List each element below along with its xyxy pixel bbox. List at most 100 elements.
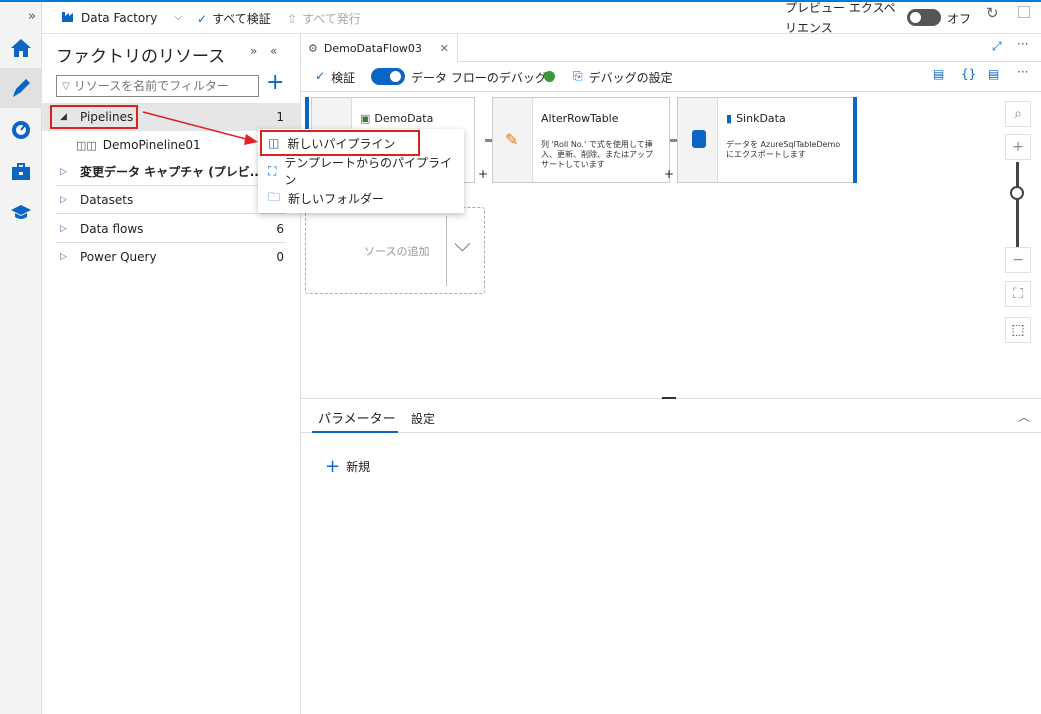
tree-item-label: Data flows <box>80 221 144 236</box>
node-sinkdata[interactable]: ▮ SinkData データを AzureSqlTableDemo にエクスポートし… <box>677 97 854 183</box>
collapsed-caret-icon: ▷ <box>60 252 67 262</box>
chevron-down-icon: ⌵ <box>454 232 471 257</box>
learning-hat-icon[interactable] <box>0 192 42 232</box>
template-icon: ⛶ <box>268 163 277 178</box>
node-description: 列 'Roll No.' で式を使用して挿入、更新、削除、またはアップサートして… <box>541 140 653 169</box>
dataflow-icon: ⚙ <box>308 41 318 55</box>
tab-parameters[interactable]: パラメーター <box>312 408 398 433</box>
chevron-down-icon: ⌵ <box>174 12 182 23</box>
collapse-panel-icon[interactable]: « <box>270 44 277 58</box>
highlight-box <box>50 105 138 129</box>
check-icon: ✓ <box>315 69 326 83</box>
debug-settings-icon: ⎘ <box>573 69 583 83</box>
add-transform-icon[interactable]: + <box>664 167 674 181</box>
more-icon[interactable]: ··· <box>1017 65 1028 79</box>
tab-settings[interactable]: 設定 <box>411 410 435 427</box>
menu-item-label: 新しいフォルダー <box>288 191 385 206</box>
expand-nav-icon[interactable]: » <box>0 2 42 30</box>
properties-icon[interactable]: ▤ <box>988 67 999 81</box>
menu-item-new-folder[interactable]: 🗀 新しいフォルダー <box>262 185 460 211</box>
filter-text[interactable] <box>73 79 249 93</box>
top-command-bar: Data Factory ⌵ ✓ すべて検証 ⇧ すべて発行 プレビュー エクスペリ… <box>42 1 1041 35</box>
collapse-panel-icon[interactable]: ︿ <box>1018 408 1030 425</box>
author-pencil-icon[interactable] <box>0 68 42 108</box>
select-area-icon[interactable]: ⬚ <box>1005 317 1031 343</box>
tree-item-pipelines[interactable]: ◢ Pipelines 1 <box>50 103 286 131</box>
tree-item-label: Power Query <box>80 250 157 264</box>
tree-item-datasets[interactable]: ▷ Datasets <box>56 186 286 214</box>
alter-row-icon: ✎ <box>505 130 519 149</box>
plus-icon: + <box>325 456 341 477</box>
debug-status-icon <box>544 71 555 82</box>
more-icon[interactable]: ··· <box>1017 37 1028 51</box>
tree-item-label: 変更データ キャプチャ (プレビ... <box>80 165 264 179</box>
expand-icon[interactable]: ⤢ <box>992 39 1002 54</box>
pipeline-icon: ◫◫ <box>76 138 97 152</box>
home-icon[interactable] <box>0 28 42 68</box>
factory-icon <box>62 10 76 25</box>
zoom-slider[interactable] <box>1010 162 1024 248</box>
script-icon[interactable]: ▤ <box>933 67 944 81</box>
collapse-all-icon[interactable]: » <box>250 44 257 58</box>
fit-to-screen-icon[interactable]: ⛶ <box>1005 281 1031 307</box>
sink-icon <box>692 130 706 148</box>
tab-demodataflow03[interactable]: ⚙ DemoDataFlow03 ✕ <box>302 34 458 62</box>
validate-all-icon: ✓ <box>197 11 208 26</box>
tree-item-change-data-capture[interactable]: ▷ 変更データ キャプチャ (プレビ... <box>56 158 286 186</box>
menu-item-label: テンプレートからのパイプライン <box>284 156 453 187</box>
manage-toolbox-icon[interactable] <box>0 152 42 192</box>
validate-button[interactable]: ✓ 検証 <box>315 69 355 86</box>
factory-selector[interactable]: Data Factory ⌵ <box>62 10 182 25</box>
tree-item-power-query[interactable]: ▷ Power Query 0 <box>56 243 286 271</box>
panel-title: ファクトリのリソース <box>56 47 226 67</box>
toolbar: ✓ 検証 データ フローのデバッグ ⎘ デバッグの設定 ▤ {} ▤ ··· <box>301 62 1041 92</box>
zoom-in-button[interactable]: + <box>1005 134 1031 160</box>
panel-icon[interactable] <box>1018 6 1030 18</box>
preview-experience-label: プレビュー エクスペ リエンス <box>785 0 896 38</box>
tab-label: パラメーター <box>318 412 396 427</box>
menu-item-new-pipeline[interactable]: ◫ 新しいパイプライン <box>260 130 420 156</box>
add-transform-icon[interactable]: + <box>478 167 488 181</box>
code-icon[interactable]: {} <box>961 67 976 81</box>
add-source-label: ソースの追加 <box>364 245 430 258</box>
node-title: SinkData <box>736 112 786 125</box>
sql-icon: ▮ <box>726 112 733 125</box>
validate-label: 検証 <box>331 71 356 85</box>
validate-all-button[interactable]: ✓ すべて検証 <box>197 10 271 27</box>
add-resource-button[interactable]: + <box>266 72 284 94</box>
new-parameter-button[interactable]: + 新規 <box>325 456 370 477</box>
monitor-icon[interactable] <box>0 110 42 150</box>
splitter-handle[interactable] <box>662 397 676 399</box>
publish-all-button[interactable]: ⇧ すべて発行 <box>287 10 361 27</box>
menu-item-pipeline-from-template[interactable]: ⛶ テンプレートからのパイプライン <box>262 156 460 187</box>
tree-item-count: 6 <box>276 221 284 236</box>
debug-settings-button[interactable]: ⎘ デバッグの設定 <box>573 69 673 86</box>
collapsed-caret-icon: ▷ <box>60 194 67 205</box>
node-title: DemoData <box>374 112 434 125</box>
menu-item-label: 新しいパイプライン <box>287 136 396 151</box>
refresh-icon[interactable]: ↻ <box>986 4 999 22</box>
tree-item-data-flows[interactable]: ▷ Data flows 6 <box>56 215 286 243</box>
collapsed-caret-icon: ▷ <box>60 166 67 177</box>
tree-item-label: DemoPineline01 <box>102 138 201 152</box>
node-description: データを AzureSqlTableDemo にエクスポートします <box>726 140 841 159</box>
filter-input[interactable]: ▽ <box>56 75 259 97</box>
factory-name: Data Factory <box>81 10 158 25</box>
filter-icon: ▽ <box>62 80 70 92</box>
tab-label: DemoDataFlow03 <box>323 41 422 55</box>
validate-all-label: すべて検証 <box>212 12 271 26</box>
debug-toggle[interactable] <box>371 68 405 85</box>
close-tab-icon[interactable]: ✕ <box>440 42 449 55</box>
tree-item-count: 0 <box>276 250 284 264</box>
add-source-button[interactable]: ソースの追加 ⌵ <box>305 207 485 294</box>
debug-settings-label: デバッグの設定 <box>588 71 673 85</box>
preview-toggle[interactable] <box>907 9 941 26</box>
node-title: AlterRowTable <box>541 112 619 125</box>
search-canvas-icon[interactable]: ⌕ <box>1005 101 1031 127</box>
new-folder-icon: 🗀 <box>268 189 281 204</box>
context-menu: ◫ 新しいパイプライン ⛶ テンプレートからのパイプライン 🗀 新しいフォルダー <box>258 129 464 213</box>
zoom-out-button[interactable]: − <box>1005 247 1031 273</box>
node-alterrowtable[interactable]: ✎ AlterRowTable 列 'Roll No.' で式を使用して挿入、更新、… <box>492 97 670 183</box>
collapsed-caret-icon: ▷ <box>60 223 67 234</box>
preview-state: オフ <box>947 12 972 26</box>
